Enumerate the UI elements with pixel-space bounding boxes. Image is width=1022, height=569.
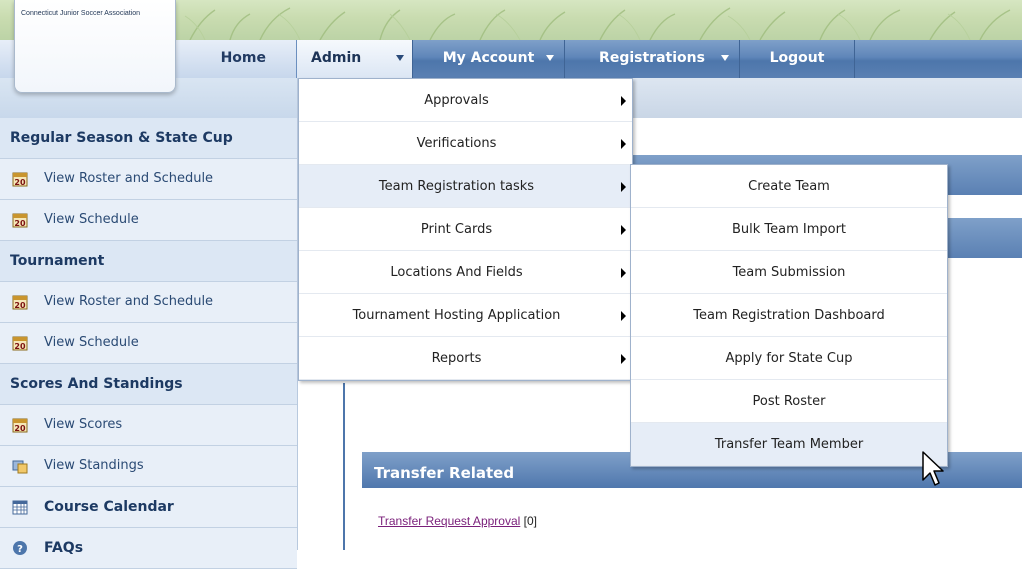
nav-registrations[interactable]: Registrations	[565, 40, 740, 78]
chevron-down-icon	[721, 55, 729, 61]
team-registration-submenu: Create Team Bulk Team Import Team Submis…	[630, 164, 948, 467]
nav-logout-label: Logout	[769, 50, 825, 66]
organization-logo[interactable]: Connecticut Junior Soccer Association	[14, 0, 176, 93]
sidebar-item-course-calendar[interactable]: Course Calendar	[0, 487, 297, 528]
menu-item-tournament-hosting-application[interactable]: Tournament Hosting Application	[299, 294, 632, 337]
content-divider	[343, 383, 345, 550]
chevron-right-icon	[621, 268, 626, 278]
menu-item-create-team[interactable]: Create Team	[631, 165, 947, 208]
calendar-icon-day: 20	[14, 219, 26, 228]
sidebar-item-view-standings[interactable]: View Standings	[0, 446, 297, 487]
sidebar-heading-scores-and-standings: Scores And Standings	[0, 364, 297, 405]
menu-item-transfer-team-member[interactable]: Transfer Team Member	[631, 423, 947, 466]
chevron-right-icon	[621, 354, 626, 364]
calendar-icon-day: 20	[14, 301, 26, 310]
nav-my-account-label: My Account	[442, 50, 535, 66]
chevron-right-icon	[621, 225, 626, 235]
grid-calendar-icon	[12, 500, 28, 515]
transfer-request-approval-link[interactable]: Transfer Request Approval	[378, 514, 520, 528]
sidebar-item-label: FAQs	[44, 540, 84, 556]
sidebar-heading-regular-season: Regular Season & State Cup	[0, 118, 297, 159]
chevron-right-icon	[621, 311, 626, 321]
sidebar-item-label: View Roster and Schedule	[44, 171, 214, 186]
menu-item-label: Verifications	[416, 136, 497, 151]
chevron-right-icon	[621, 182, 626, 192]
chevron-right-icon	[621, 139, 626, 149]
calendar-icon: 20	[12, 295, 28, 310]
calendar-icon: 20	[12, 418, 28, 433]
standings-icon	[12, 460, 28, 474]
sidebar-item-tournament-schedule[interactable]: 20 View Schedule	[0, 323, 297, 364]
sidebar-item-label: Course Calendar	[44, 499, 174, 515]
menu-item-apply-for-state-cup[interactable]: Apply for State Cup	[631, 337, 947, 380]
sidebar-item-label: View Schedule	[44, 335, 139, 350]
menu-item-label: Locations And Fields	[390, 265, 523, 280]
menu-item-print-cards[interactable]: Print Cards	[299, 208, 632, 251]
menu-item-label: Tournament Hosting Application	[352, 308, 561, 323]
sidebar-item-view-roster-and-schedule[interactable]: 20 View Roster and Schedule	[0, 159, 297, 200]
sidebar-item-label: View Roster and Schedule	[44, 294, 214, 309]
calendar-icon: 20	[12, 336, 28, 351]
menu-item-bulk-team-import[interactable]: Bulk Team Import	[631, 208, 947, 251]
nav-admin-label: Admin	[311, 50, 362, 66]
calendar-icon-day: 20	[14, 424, 26, 433]
sidebar-item-tournament-roster-and-schedule[interactable]: 20 View Roster and Schedule	[0, 282, 297, 323]
help-icon: ?	[13, 541, 27, 555]
sidebar-item-label: View Scores	[44, 417, 123, 432]
transfer-request-approval: Transfer Request Approval [0]	[378, 514, 537, 528]
calendar-icon: 20	[12, 213, 28, 228]
menu-item-label: Team Registration tasks	[378, 179, 535, 194]
nav-my-account[interactable]: My Account	[413, 40, 565, 78]
calendar-icon: 20	[12, 172, 28, 187]
menu-item-reports[interactable]: Reports	[299, 337, 632, 380]
chevron-down-icon	[546, 55, 554, 61]
sidebar-item-label: View Schedule	[44, 212, 139, 227]
menu-item-label: Print Cards	[420, 222, 493, 237]
admin-dropdown-menu: Approvals Verifications Team Registratio…	[298, 78, 633, 381]
sidebar-item-faqs[interactable]: ? FAQs	[0, 528, 297, 569]
nav-registrations-label: Registrations	[599, 50, 705, 66]
nav-admin[interactable]: Admin	[297, 40, 413, 78]
menu-item-team-submission[interactable]: Team Submission	[631, 251, 947, 294]
sidebar-item-view-schedule[interactable]: 20 View Schedule	[0, 200, 297, 241]
transfer-request-count: [0]	[523, 514, 537, 528]
menu-item-verifications[interactable]: Verifications	[299, 122, 632, 165]
menu-item-locations-and-fields[interactable]: Locations And Fields	[299, 251, 632, 294]
calendar-icon-day: 20	[14, 178, 26, 187]
calendar-icon-day: 20	[14, 342, 26, 351]
menu-item-approvals[interactable]: Approvals	[299, 79, 632, 122]
menu-item-label: Approvals	[424, 93, 489, 108]
chevron-down-icon	[396, 55, 404, 61]
chevron-right-icon	[621, 96, 626, 106]
nav-logout[interactable]: Logout	[740, 40, 855, 78]
menu-item-label: Reports	[431, 351, 482, 366]
menu-item-team-registration-tasks[interactable]: Team Registration tasks	[299, 165, 632, 208]
sidebar-item-label: View Standings	[44, 458, 144, 473]
sidebar-item-view-scores[interactable]: 20 View Scores	[0, 405, 297, 446]
sidebar: Regular Season & State Cup 20 View Roste…	[0, 78, 298, 569]
organization-name: Connecticut Junior Soccer Association	[21, 10, 141, 17]
menu-item-team-registration-dashboard[interactable]: Team Registration Dashboard	[631, 294, 947, 337]
menu-item-post-roster[interactable]: Post Roster	[631, 380, 947, 423]
nav-home-label: Home	[220, 50, 266, 66]
mouse-pointer-icon	[922, 451, 944, 486]
sidebar-heading-tournament: Tournament	[0, 241, 297, 282]
